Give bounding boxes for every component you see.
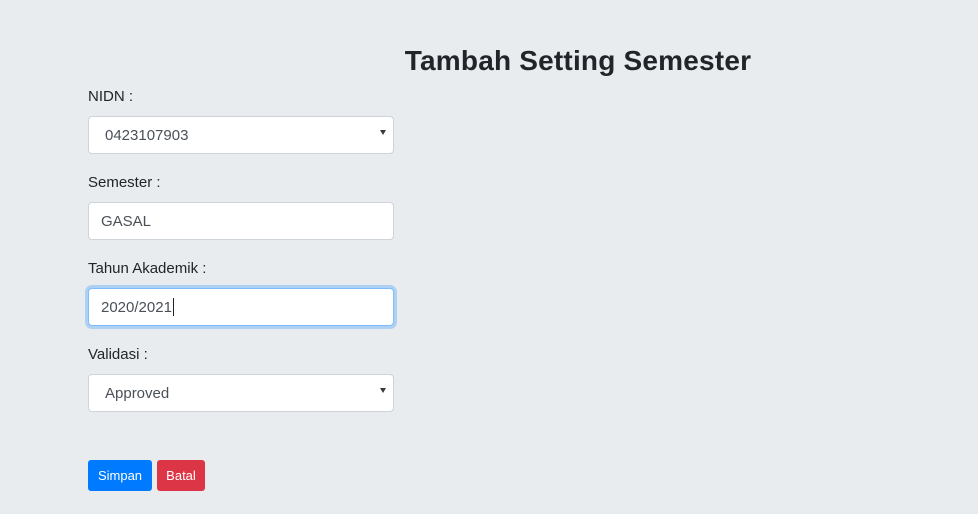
- tahun-akademik-label: Tahun Akademik :: [88, 260, 207, 277]
- save-button[interactable]: Simpan: [88, 460, 152, 491]
- page-title: Tambah Setting Semester: [404, 45, 752, 76]
- tahun-akademik-value: 2020/2021: [101, 298, 172, 316]
- nidn-selected-value: 0423107903: [105, 126, 189, 144]
- validasi-select[interactable]: Approved: [88, 374, 394, 412]
- semester-input[interactable]: GASAL: [88, 202, 394, 240]
- nidn-label: NIDN :: [88, 88, 133, 105]
- chevron-down-icon: [380, 388, 386, 393]
- cancel-button[interactable]: Batal: [157, 460, 205, 491]
- chevron-down-icon: [380, 130, 386, 135]
- text-cursor: [172, 298, 174, 316]
- nidn-select[interactable]: 0423107903: [88, 116, 394, 154]
- validasi-selected-value: Approved: [105, 384, 170, 402]
- semester-label: Semester :: [88, 174, 161, 191]
- tahun-akademik-input[interactable]: 2020/2021: [88, 288, 394, 326]
- semester-value: GASAL: [101, 212, 152, 230]
- validasi-label: Validasi :: [88, 346, 148, 363]
